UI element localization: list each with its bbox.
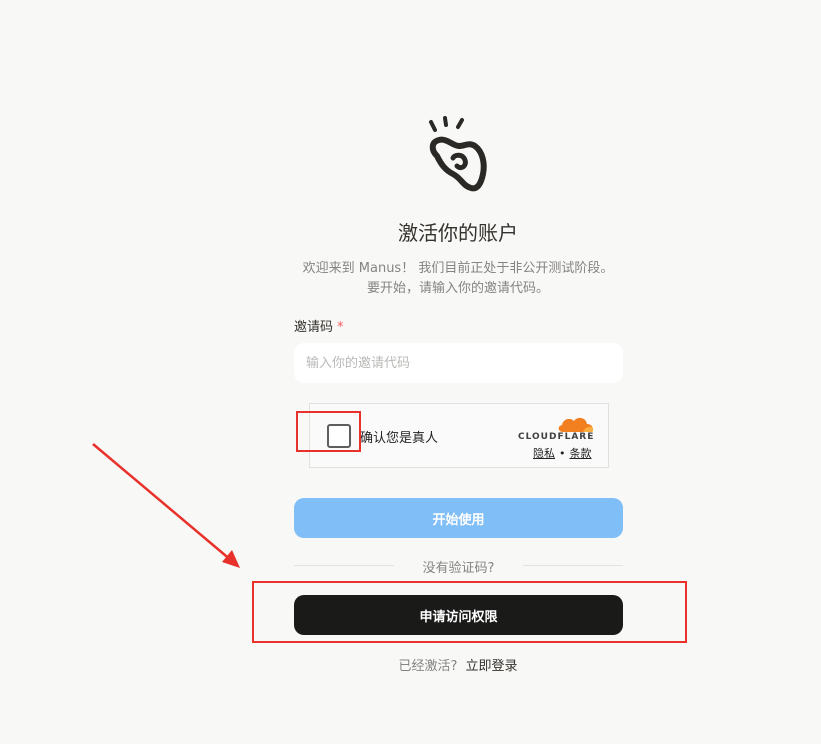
welcome-text: 欢迎来到 Manus！ 我们目前正处于非公开测试阶段。 — [302, 261, 614, 276]
invite-code-input[interactable] — [294, 343, 623, 383]
no-code-text: 没有验证码? — [422, 561, 495, 576]
start-button[interactable]: 开始使用 — [294, 498, 623, 538]
no-code-divider: 没有验证码? — [294, 556, 623, 576]
cloudflare-cloud-icon — [558, 417, 594, 432]
instruction-text: 要开始，请输入你的邀请代码。 — [366, 281, 549, 296]
request-access-button[interactable]: 申请访问权限 — [294, 595, 623, 635]
terms-link[interactable]: 条款 — [570, 447, 592, 460]
invite-code-label: 邀请码 * — [294, 316, 344, 335]
page-title: 激活你的账户 — [398, 221, 518, 245]
cloudflare-links: 隐私 • 条款 — [533, 445, 592, 461]
privacy-link[interactable]: 隐私 — [533, 447, 555, 460]
link-separator: • — [559, 447, 566, 460]
already-activated-text: 已经激活? — [398, 659, 458, 674]
login-link[interactable]: 立即登录 — [465, 659, 517, 674]
cloudflare-wordmark: CLOUDFLARE — [518, 432, 595, 442]
required-mark: * — [337, 320, 344, 335]
human-verification-label: 确认您是真人 — [360, 431, 439, 446]
activation-page: 激活你的账户 欢迎来到 Manus！ 我们目前正处于非公开测试阶段。 要开始，请… — [0, 0, 821, 744]
human-verification-checkbox[interactable] — [327, 424, 351, 448]
manus-hand-logo-icon — [429, 116, 487, 192]
cloudflare-turnstile-widget: 确认您是真人 CLOUDFLARE 隐私 • 条款 — [309, 403, 609, 468]
footer-login-prompt: 已经激活? 立即登录 — [0, 655, 821, 674]
divider-line-right — [523, 565, 623, 566]
invite-code-label-text: 邀请码 — [294, 320, 334, 335]
